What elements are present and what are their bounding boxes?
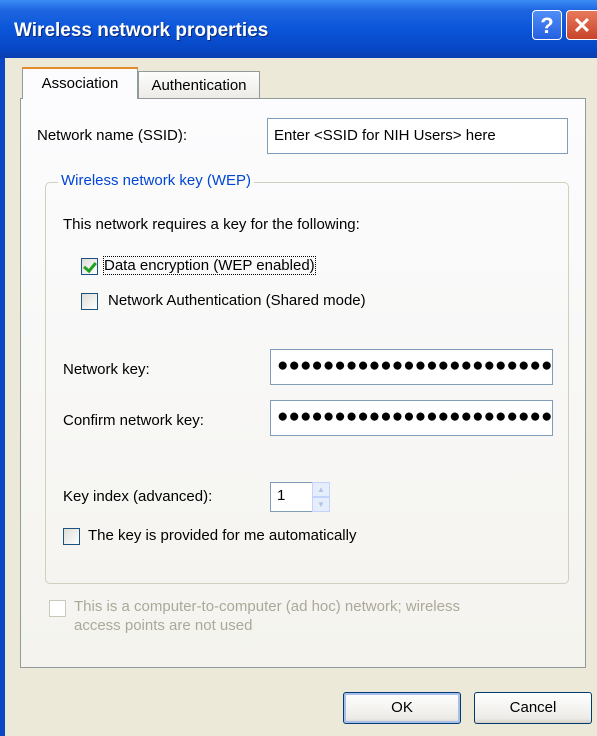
confirm-key-label: Confirm network key:: [63, 412, 204, 429]
key-index-input[interactable]: 1: [270, 482, 312, 512]
spin-down-icon[interactable]: ▼: [312, 497, 330, 512]
panel-content: Network name (SSID): Enter <SSID for NIH…: [0, 0, 597, 736]
ok-button[interactable]: OK: [343, 692, 461, 724]
network-key-input[interactable]: ●●●●●●●●●●●●●●●●●●●●●●●●●●: [270, 349, 553, 385]
ssid-label: Network name (SSID):: [37, 127, 188, 144]
confirm-key-input[interactable]: ●●●●●●●●●●●●●●●●●●●●●●●●●●: [270, 400, 553, 436]
spin-up-icon[interactable]: ▲: [312, 482, 330, 497]
dialog-window: Wireless network properties ? ✕ Associat…: [0, 0, 597, 736]
data-encryption-label[interactable]: Data encryption (WEP enabled): [103, 256, 316, 275]
auto-key-checkbox[interactable]: [63, 528, 80, 545]
key-index-label: Key index (advanced):: [63, 488, 213, 505]
requires-key-text: This network requires a key for the foll…: [63, 216, 360, 233]
adhoc-label-line1: This is a computer-to-computer (ad hoc) …: [74, 598, 460, 615]
key-index-spinner[interactable]: 1 ▲ ▼: [270, 482, 330, 512]
adhoc-checkbox[interactable]: [49, 600, 66, 617]
wep-group-title: Wireless network key (WEP): [58, 172, 255, 189]
ssid-input[interactable]: Enter <SSID for NIH Users> here: [267, 118, 568, 154]
adhoc-label-line2: access points are not used: [74, 617, 253, 634]
network-auth-checkbox[interactable]: [81, 293, 98, 310]
auto-key-label[interactable]: The key is provided for me automatically: [88, 527, 356, 544]
network-key-label: Network key:: [63, 361, 150, 378]
data-encryption-checkbox[interactable]: [81, 258, 98, 275]
cancel-button[interactable]: Cancel: [474, 692, 592, 724]
network-auth-label[interactable]: Network Authentication (Shared mode): [108, 292, 366, 309]
